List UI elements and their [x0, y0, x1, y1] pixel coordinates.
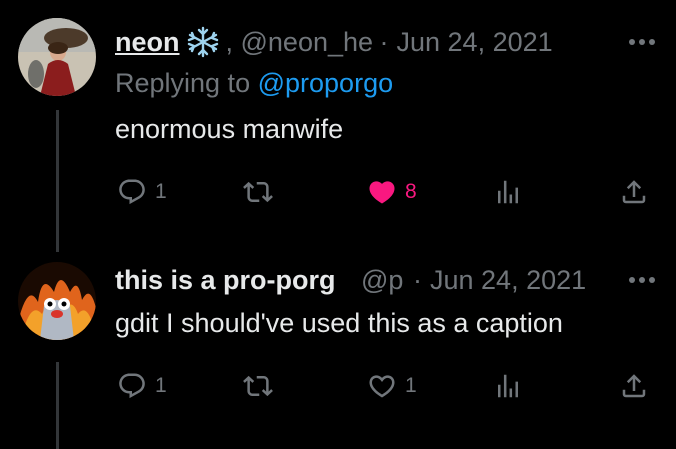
share-icon	[622, 180, 646, 204]
reply-button[interactable]: 1	[117, 368, 167, 404]
tweet-header: neon , @neon_hea · Jun 24, 2021	[115, 24, 656, 60]
reply-count: 1	[155, 180, 167, 203]
heart-filled-icon	[369, 181, 395, 204]
reply-icon	[119, 373, 145, 399]
heart-outline-icon	[369, 375, 395, 398]
views-button[interactable]	[493, 368, 523, 404]
separator-dot: ·	[379, 26, 389, 57]
action-bar: 1 8	[115, 174, 656, 210]
thread-line	[56, 362, 59, 449]
more-icon	[629, 39, 655, 45]
more-options-button[interactable]	[628, 24, 656, 60]
timestamp[interactable]: Jun 24, 2021	[397, 27, 553, 58]
like-button[interactable]: 8	[367, 174, 417, 210]
like-count: 8	[405, 180, 417, 203]
tweet-text: gdit I should've used this as a caption	[115, 308, 563, 338]
views-icon	[498, 374, 518, 398]
retweet-icon	[243, 375, 273, 397]
like-button[interactable]: 1	[367, 368, 417, 404]
snowflake-icon	[186, 26, 220, 58]
display-name[interactable]: neon	[115, 27, 180, 58]
more-options-button[interactable]	[628, 262, 656, 298]
retweet-icon	[243, 181, 273, 203]
like-count: 1	[405, 374, 417, 397]
more-icon	[629, 277, 655, 283]
reply-icon	[119, 179, 145, 205]
handle[interactable]: , @neon_hea	[226, 27, 372, 58]
share-button[interactable]	[619, 174, 649, 210]
share-icon	[622, 374, 646, 398]
share-button[interactable]	[619, 368, 649, 404]
avatar[interactable]	[18, 18, 96, 96]
tweet-text: enormous manwife	[115, 114, 344, 144]
separator-dot: ·	[413, 264, 422, 295]
handle[interactable]: @p	[361, 265, 405, 296]
tweet: this is a pro-porg @p · Jun 24, 2021 gdi…	[0, 252, 676, 449]
retweet-button[interactable]	[243, 174, 281, 210]
views-icon	[498, 180, 518, 204]
replying-to-label: Replying to	[115, 68, 251, 98]
tweet: neon , @neon_hea · Jun 24, 2021	[0, 0, 676, 252]
tweet-header: this is a pro-porg @p · Jun 24, 2021	[115, 262, 656, 298]
reply-count: 1	[155, 374, 167, 397]
avatar[interactable]	[18, 262, 96, 340]
reply-button[interactable]: 1	[117, 174, 167, 210]
display-name[interactable]: this is a pro-porg	[115, 265, 355, 296]
timestamp[interactable]: Jun 24, 2021	[430, 265, 586, 296]
action-bar: 1 1	[115, 368, 656, 404]
mention-link[interactable]: @proporgo	[258, 68, 394, 98]
views-button[interactable]	[493, 174, 523, 210]
thread-line	[56, 110, 59, 252]
retweet-button[interactable]	[243, 368, 281, 404]
replying-to: Replying to @proporgo	[115, 68, 393, 99]
